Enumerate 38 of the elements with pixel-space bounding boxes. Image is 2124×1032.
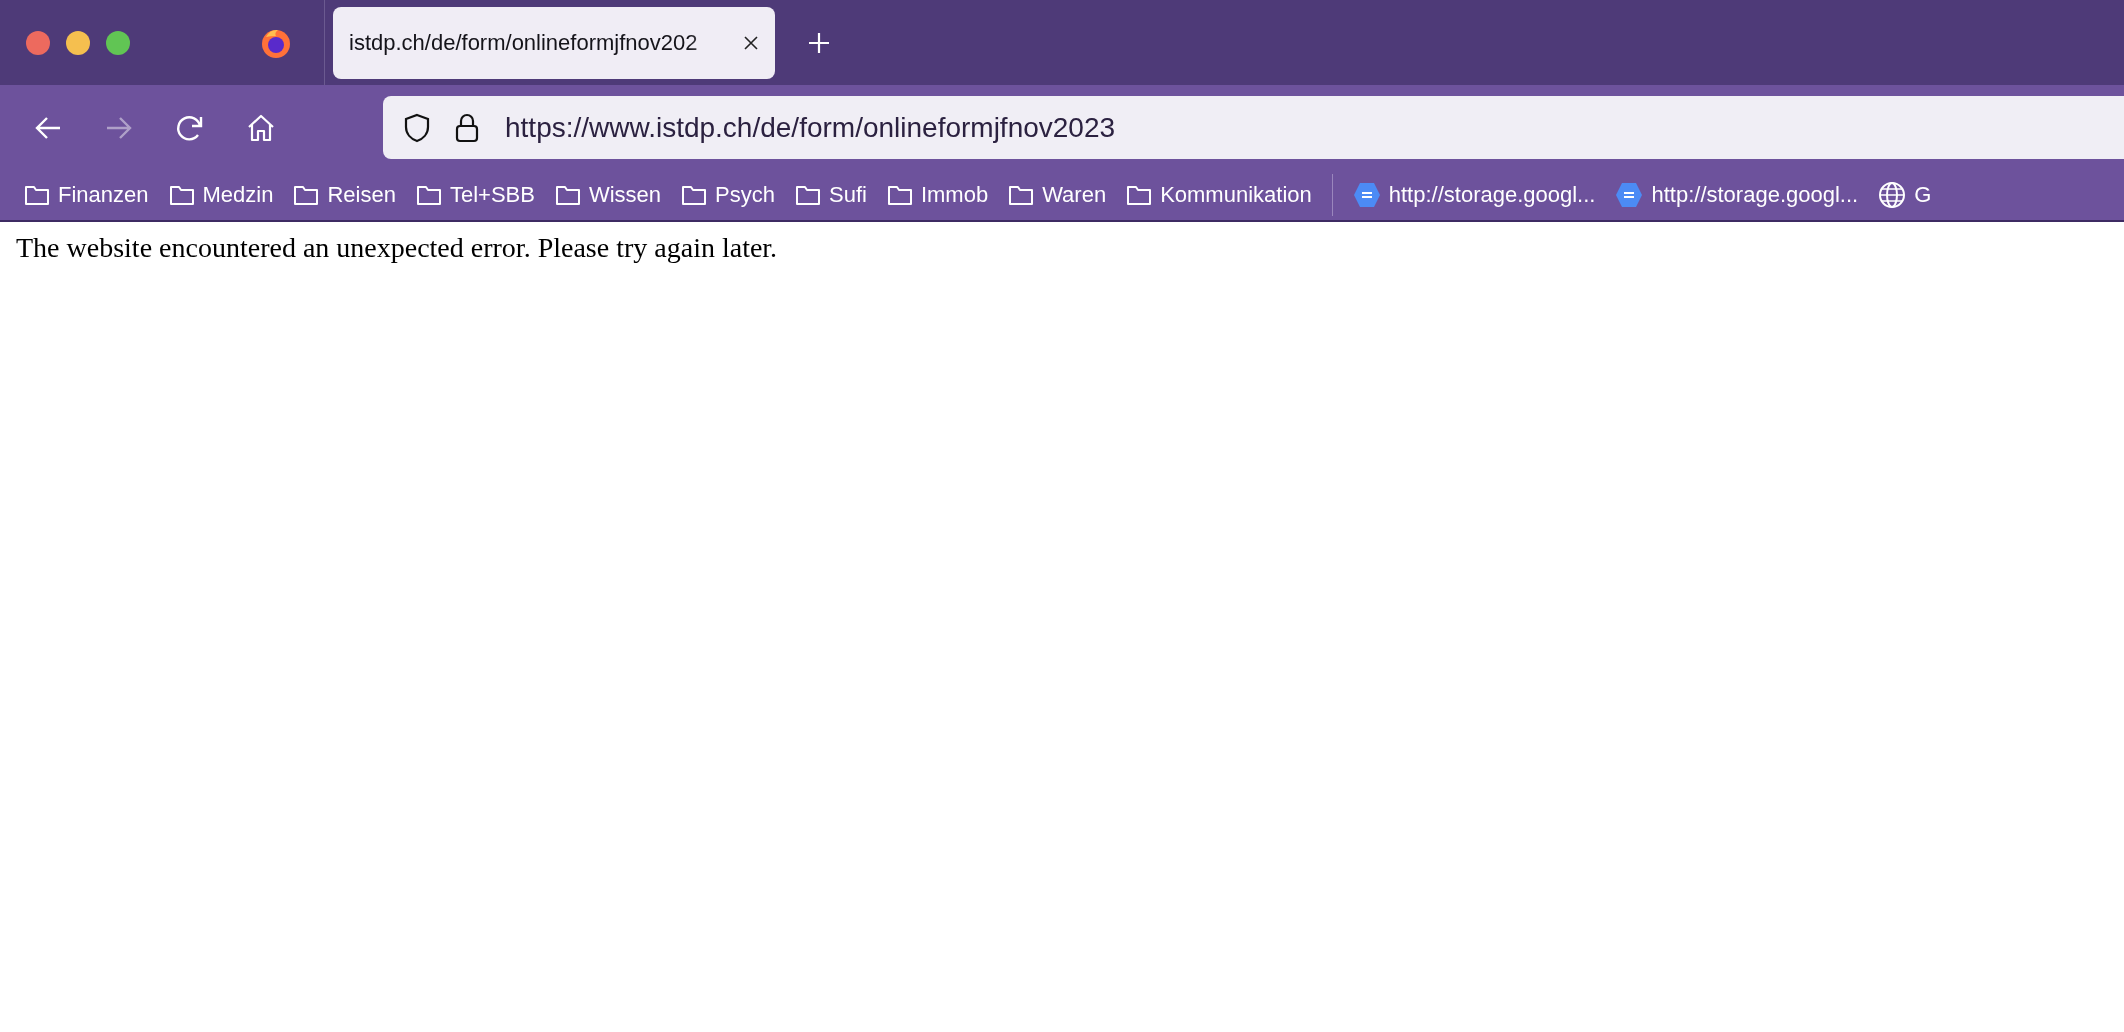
folder-icon (886, 184, 913, 206)
bookmark-folder[interactable]: Waren (1008, 182, 1107, 208)
bookmark-folder[interactable]: Psych (681, 182, 775, 208)
bookmark-folder[interactable]: Sufi (794, 182, 867, 208)
bookmark-link[interactable]: G (1878, 181, 1932, 209)
close-icon[interactable] (743, 34, 759, 51)
browser-tab[interactable]: istdp.ch/de/form/onlineformjfnov202 (333, 6, 775, 79)
minimize-window-button[interactable] (66, 30, 90, 55)
bookmark-folder[interactable]: Medzin (168, 182, 274, 208)
lock-icon[interactable] (455, 112, 479, 143)
address-bar[interactable]: https://www.istdp.ch/de/form/onlineformjfnov2023 (383, 96, 2124, 159)
shield-icon[interactable] (403, 112, 431, 143)
bookmark-folder[interactable]: Reisen (293, 182, 396, 208)
url-text: https://www.istdp.ch/de/form/onlineformjfnov2023 (505, 111, 1116, 144)
folder-icon (415, 184, 442, 206)
bookmark-folder[interactable]: Kommunikation (1126, 182, 1312, 208)
new-tab-icon[interactable] (807, 30, 831, 55)
folder-icon (168, 184, 195, 206)
globe-icon (1878, 181, 1907, 209)
folder-icon (554, 184, 581, 206)
folder-icon (1126, 184, 1153, 206)
error-message: The website encountered an unexpected error. Please try again later. (16, 232, 778, 264)
folder-icon (293, 184, 320, 206)
document-icon (1352, 182, 1381, 208)
bookmark-link[interactable]: http://storage.googl... (1352, 182, 1596, 208)
folder-icon (794, 184, 821, 206)
bookmark-link[interactable]: http://storage.googl... (1615, 182, 1859, 208)
bookmark-folder[interactable]: Immob (886, 182, 989, 208)
bookmark-folder[interactable]: Wissen (554, 182, 662, 208)
close-window-button[interactable] (26, 30, 50, 55)
bookmark-folder[interactable]: Tel+SBB (415, 182, 535, 208)
document-icon (1615, 182, 1644, 208)
maximize-window-button[interactable] (106, 30, 130, 55)
home-icon[interactable] (246, 112, 276, 143)
folder-icon (1008, 184, 1035, 206)
folder-icon (24, 184, 50, 206)
folder-icon (681, 184, 708, 206)
bookmark-folder[interactable]: Finanzen (24, 182, 149, 208)
